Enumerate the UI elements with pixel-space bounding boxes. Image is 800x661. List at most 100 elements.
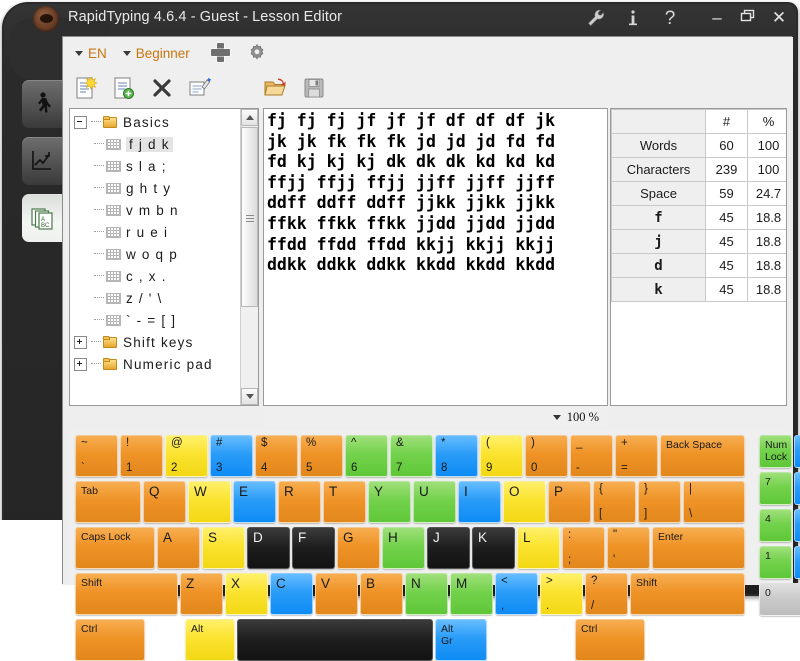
key-:;[interactable]: :; — [562, 527, 605, 569]
minimize-button[interactable]: – — [706, 8, 728, 28]
tree-folder-item[interactable]: Numeric pad — [70, 353, 242, 375]
key-c[interactable]: C — [270, 573, 313, 615]
key-?/[interactable]: ? / — [585, 573, 628, 615]
key-~`[interactable]: ~ ` — [75, 435, 118, 477]
expand-toggle-icon[interactable] — [74, 335, 87, 349]
key-w[interactable]: W — [188, 481, 231, 523]
tree-lesson-item[interactable]: s l a ; — [70, 155, 242, 177]
key-"'[interactable]: " ' — [607, 527, 650, 569]
key-5[interactable]: 5 — [794, 509, 800, 542]
key-caps-lock[interactable]: Caps Lock — [75, 527, 155, 569]
key-m[interactable]: M — [450, 573, 493, 615]
key-k[interactable]: K — [472, 527, 515, 569]
key-alt[interactable]: Alt — [185, 619, 235, 661]
key-i[interactable]: I — [458, 481, 501, 523]
key-<,[interactable]: <, — [495, 573, 538, 615]
language-selector[interactable]: EN — [71, 44, 115, 63]
tree-folder-item[interactable]: Basics — [70, 111, 242, 133]
key-r[interactable]: R — [278, 481, 321, 523]
help-icon[interactable]: ? — [657, 4, 683, 32]
info-icon[interactable] — [620, 4, 646, 32]
open-file-icon[interactable] — [261, 72, 291, 104]
key-e[interactable]: E — [233, 481, 276, 523]
key-_-[interactable]: _ - — [570, 435, 613, 477]
key-q[interactable]: Q — [143, 481, 186, 523]
add-lesson-plus-icon[interactable] — [208, 40, 234, 66]
key-v[interactable]: V — [315, 573, 358, 615]
chevron-down-icon[interactable] — [552, 414, 561, 420]
key-enter[interactable]: Enter — [652, 527, 745, 569]
key-%5[interactable]: % 5 — [300, 435, 343, 477]
key-h[interactable]: H — [382, 527, 425, 569]
key-7[interactable]: 7 — [759, 472, 792, 505]
key-#3[interactable]: #3 — [210, 435, 253, 477]
key-*8[interactable]: * 8 — [435, 435, 478, 477]
key-ctrl[interactable]: Ctrl — [575, 619, 645, 661]
scrollbar-thumb[interactable] — [241, 127, 258, 307]
scroll-up-arrow-icon[interactable] — [241, 109, 258, 126]
wrench-icon[interactable] — [583, 4, 609, 32]
key-shift[interactable]: Shift — [75, 573, 178, 615]
key-8[interactable]: 8 — [794, 472, 800, 505]
key-x[interactable]: X — [225, 573, 268, 615]
tree-lesson-item[interactable]: w o q p — [70, 243, 242, 265]
key-)0[interactable]: ) 0 — [525, 435, 568, 477]
key-b[interactable]: B — [360, 573, 403, 615]
sidebar-item-typing-tutor[interactable] — [22, 80, 62, 128]
key-/[interactable]: / — [794, 435, 800, 468]
level-selector[interactable]: Beginner — [119, 44, 198, 63]
key-}][interactable]: }] — [638, 481, 681, 523]
key-z[interactable]: Z — [180, 573, 223, 615]
tree-lesson-item[interactable]: v m b n — [70, 199, 242, 221]
key-^6[interactable]: ^ 6 — [345, 435, 388, 477]
key-ctrl[interactable]: Ctrl — [75, 619, 145, 661]
key-f[interactable]: F — [292, 527, 335, 569]
key-g[interactable]: G — [337, 527, 380, 569]
tree-lesson-item[interactable]: g h t y — [70, 177, 242, 199]
rename-lesson-icon[interactable] — [185, 72, 215, 104]
tree-folder-item[interactable]: Shift keys — [70, 331, 242, 353]
key-(9[interactable]: (9 — [480, 435, 523, 477]
tree-lesson-item[interactable]: c , x . — [70, 265, 242, 287]
sidebar-item-statistics[interactable] — [22, 137, 62, 185]
key-@2[interactable]: @2 — [165, 435, 208, 477]
key-tab[interactable]: Tab — [75, 481, 141, 523]
key-num-lock[interactable]: Num Lock — [759, 435, 792, 468]
key-u[interactable]: U — [413, 481, 456, 523]
key-4[interactable]: 4 — [759, 509, 792, 542]
delete-lesson-icon[interactable] — [147, 72, 177, 104]
key-o[interactable]: O — [503, 481, 546, 523]
key-y[interactable]: Y — [368, 481, 411, 523]
key-t[interactable]: T — [323, 481, 366, 523]
add-lesson-icon[interactable] — [109, 72, 139, 104]
key-1[interactable]: 1 — [759, 546, 792, 579]
lesson-text-editor[interactable]: fj fj fj jf jf jf df df df jk jk jk fk f… — [263, 108, 608, 406]
tree-lesson-item[interactable]: ` - = [ ] — [70, 309, 242, 331]
settings-gear-icon[interactable] — [244, 40, 270, 66]
key-j[interactable]: J — [427, 527, 470, 569]
key-2[interactable]: 2 — [794, 546, 800, 579]
key-a[interactable]: A — [157, 527, 200, 569]
tree-lesson-item[interactable]: r u e i — [70, 221, 242, 243]
key-s[interactable]: S — [202, 527, 245, 569]
key-$4[interactable]: $4 — [255, 435, 298, 477]
editor-zoom-bar[interactable]: 100 % — [263, 407, 608, 427]
sidebar-item-lesson-editor[interactable]: A BC — [22, 194, 64, 242]
key-p[interactable]: P — [548, 481, 591, 523]
key->.[interactable]: >. — [540, 573, 583, 615]
tree-lesson-item[interactable]: f j d k — [70, 133, 242, 155]
restore-button[interactable] — [737, 8, 759, 28]
tree-scrollbar[interactable] — [240, 109, 258, 405]
collapse-toggle-icon[interactable] — [74, 115, 87, 129]
tree-lesson-item[interactable]: z / ' \ — [70, 287, 242, 309]
scroll-down-arrow-icon[interactable] — [241, 388, 258, 405]
key-alt-gr[interactable]: Alt Gr — [435, 619, 487, 661]
key-+=[interactable]: + = — [615, 435, 658, 477]
key-d[interactable]: D — [247, 527, 290, 569]
new-lesson-icon[interactable] — [71, 72, 101, 104]
key-[interactable] — [237, 619, 433, 661]
key-n[interactable]: N — [405, 573, 448, 615]
key-|\[interactable]: | \ — [683, 481, 745, 523]
close-button[interactable]: ✕ — [768, 8, 790, 28]
key-&7[interactable]: & 7 — [390, 435, 433, 477]
